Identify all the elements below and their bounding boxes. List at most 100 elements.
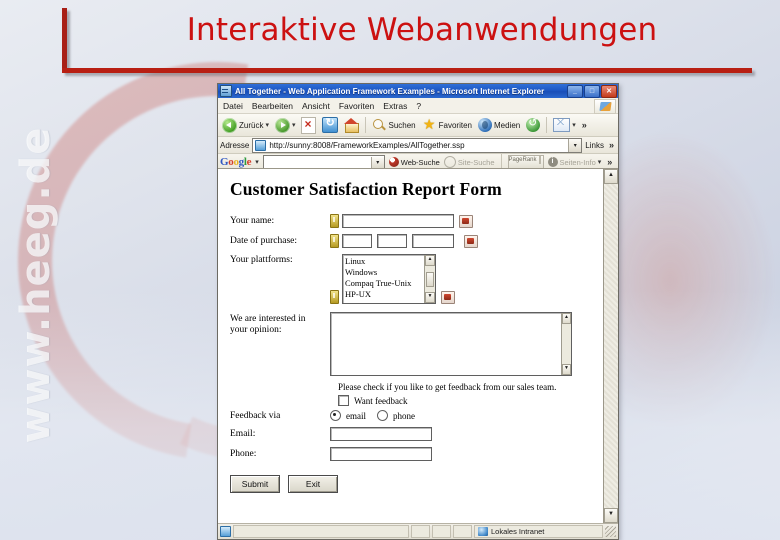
platform-listbox[interactable]: Linux Windows Compaq True-Unix HP-UX ▲ ▼ xyxy=(342,254,436,304)
opinion-label: We are interested in your opinion: xyxy=(230,312,330,336)
list-item[interactable]: HP-UX xyxy=(345,289,424,300)
forward-history-chevron-down-icon[interactable]: ▾ xyxy=(292,122,296,129)
media-button[interactable]: Medien xyxy=(476,115,522,135)
home-button[interactable] xyxy=(342,115,361,135)
scroll-down-arrow-icon[interactable]: ▼ xyxy=(425,292,435,303)
status-bar: Lokales Intranet xyxy=(218,523,618,539)
favorites-button[interactable]: ★ Favoriten xyxy=(420,115,474,135)
platform-help-icon[interactable] xyxy=(441,291,455,304)
email-input[interactable] xyxy=(330,427,432,441)
menu-item-ansicht[interactable]: Ansicht xyxy=(302,101,330,111)
google-search-input[interactable]: ▾ xyxy=(262,155,385,169)
platform-option-list: Linux Windows Compaq True-Unix HP-UX xyxy=(343,255,424,303)
phone-label: Phone: xyxy=(230,449,257,459)
date-help-icon[interactable] xyxy=(464,234,478,248)
google-search-chevron-down-icon[interactable]: ▾ xyxy=(370,156,384,168)
window-title: All Together - Web Application Framework… xyxy=(235,86,545,96)
opinion-textarea[interactable]: ▲ ▼ xyxy=(330,312,572,376)
resize-grip[interactable] xyxy=(605,526,616,537)
mail-chevron-down-icon[interactable]: ▾ xyxy=(572,122,576,129)
radio-phone-label: phone xyxy=(393,410,415,421)
radio-phone[interactable] xyxy=(377,410,388,421)
pagerank-indicator[interactable]: PageRank xyxy=(507,155,544,169)
field-row-name: Your name: xyxy=(230,214,603,228)
opinion-scrollbar[interactable]: ▲ ▼ xyxy=(561,313,571,375)
google-logo-chevron-down-icon[interactable]: ▾ xyxy=(255,159,259,166)
status-message xyxy=(233,525,409,538)
page-scroll-down-arrow-icon[interactable]: ▼ xyxy=(604,508,618,523)
windows-flag-icon xyxy=(598,102,612,111)
page-info-chevron-down-icon[interactable]: ▾ xyxy=(598,159,602,166)
mail-button[interactable]: ▾ xyxy=(551,115,578,135)
list-item[interactable]: Compaq True-Unix xyxy=(345,278,424,289)
page-scroll-track[interactable] xyxy=(604,184,618,508)
want-feedback-checkbox[interactable] xyxy=(338,395,349,406)
address-url-text: http://sunny:8008/FrameworkExamples/AllT… xyxy=(269,140,465,150)
radio-email[interactable] xyxy=(330,410,341,421)
phone-input[interactable] xyxy=(330,447,432,461)
date-month-input[interactable] xyxy=(377,234,407,248)
list-item[interactable]: Windows xyxy=(345,267,424,278)
internet-explorer-icon xyxy=(220,85,232,97)
address-input[interactable]: http://sunny:8008/FrameworkExamples/AllT… xyxy=(252,137,583,153)
page-info-button[interactable]: i Seiten-Info ▾ xyxy=(547,157,602,167)
want-feedback-row: Want feedback xyxy=(338,395,603,406)
forward-button[interactable]: ▾ xyxy=(273,115,298,135)
date-year-input[interactable] xyxy=(412,234,454,248)
minimize-button[interactable]: _ xyxy=(567,84,583,98)
scroll-down-arrow-icon[interactable]: ▼ xyxy=(562,364,571,375)
field-row-phone: Phone: xyxy=(230,447,603,461)
search-button[interactable]: Suchen xyxy=(370,115,417,135)
name-help-icon[interactable] xyxy=(459,214,473,228)
status-cell-3 xyxy=(453,525,472,538)
email-label: Email: xyxy=(230,429,256,439)
list-item[interactable]: Linux xyxy=(345,256,424,267)
slide-title-block: Interaktive Webanwendungen xyxy=(0,0,780,76)
opinion-label-line1: We are interested in xyxy=(230,314,306,324)
menu-item-extras[interactable]: Extras xyxy=(383,101,407,111)
page-viewport: Customer Satisfaction Report Form Your n… xyxy=(218,168,618,523)
name-input[interactable] xyxy=(342,214,454,228)
windows-flag-button[interactable] xyxy=(594,99,616,114)
stop-button[interactable] xyxy=(299,115,318,135)
submit-button[interactable]: Submit xyxy=(230,475,280,493)
exit-button[interactable]: Exit xyxy=(288,475,338,493)
address-overflow-button[interactable]: » xyxy=(607,140,616,150)
mail-icon xyxy=(553,118,571,132)
refresh-button[interactable] xyxy=(320,115,340,135)
maximize-button[interactable]: □ xyxy=(584,84,600,98)
scroll-up-arrow-icon[interactable]: ▲ xyxy=(425,255,435,266)
navigation-toolbar: Zurück ▾ ▾ Suchen ★ Favoriten Medien xyxy=(218,114,618,137)
close-button[interactable]: ✕ xyxy=(601,84,617,98)
form-actions: Submit Exit xyxy=(230,475,603,493)
menu-item-datei[interactable]: Datei xyxy=(223,101,243,111)
history-button[interactable] xyxy=(524,115,542,135)
back-history-chevron-down-icon[interactable]: ▾ xyxy=(265,122,269,129)
platform-label: Your plattforms: xyxy=(230,255,293,265)
google-toolbar-overflow-button[interactable]: » xyxy=(605,157,614,167)
scroll-up-arrow-icon[interactable]: ▲ xyxy=(562,313,571,324)
address-label: Adresse xyxy=(220,140,250,150)
toolbar-overflow-button[interactable]: » xyxy=(580,120,589,130)
links-label[interactable]: Links xyxy=(585,141,604,150)
web-search-button[interactable]: Web-Suche xyxy=(388,157,440,167)
back-button[interactable]: Zurück ▾ xyxy=(220,115,271,135)
favorites-button-label: Favoriten xyxy=(438,120,472,130)
info-icon: i xyxy=(547,157,558,167)
page-scrollbar[interactable]: ▲ ▼ xyxy=(603,169,618,523)
address-chevron-down-icon[interactable]: ▾ xyxy=(568,138,582,152)
media-button-label: Medien xyxy=(493,120,521,130)
scrollbar-thumb[interactable] xyxy=(426,271,434,287)
date-day-input[interactable] xyxy=(342,234,372,248)
forward-arrow-icon xyxy=(274,117,290,133)
platform-scrollbar[interactable]: ▲ ▼ xyxy=(424,255,435,303)
menu-item-help[interactable]: ? xyxy=(416,101,421,111)
required-marker-icon-date xyxy=(330,234,339,248)
page-scroll-up-arrow-icon[interactable]: ▲ xyxy=(604,169,618,184)
field-row-email: Email: xyxy=(230,427,603,441)
status-zone[interactable]: Lokales Intranet xyxy=(474,525,603,538)
menu-item-favoriten[interactable]: Favoriten xyxy=(339,101,374,111)
menu-item-bearbeiten[interactable]: Bearbeiten xyxy=(252,101,293,111)
back-arrow-icon xyxy=(222,117,237,133)
browser-titlebar[interactable]: All Together - Web Application Framework… xyxy=(218,84,618,98)
